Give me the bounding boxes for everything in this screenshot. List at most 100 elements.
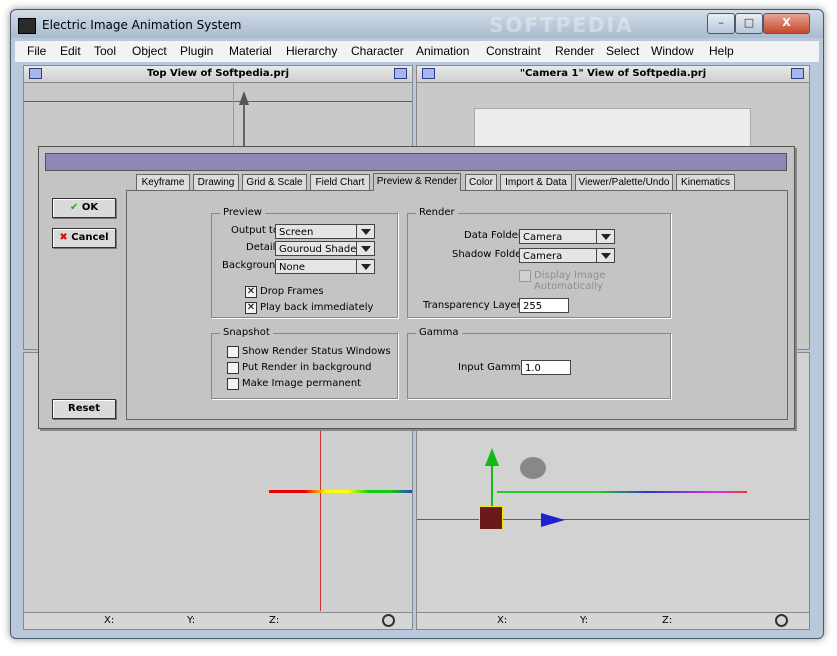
display-auto-label: Display Image Automatically (534, 270, 606, 292)
data-folder-label: Data Folder: (464, 230, 526, 241)
magnify-icon[interactable] (382, 614, 395, 627)
window-title: Electric Image Animation System (42, 18, 242, 32)
y-coord-label: Y: (187, 615, 196, 626)
preferences-dialog: ✔ OK ✖ Cancel Reset Keyframe Drawing Gri… (38, 146, 795, 429)
play-back-checkbox[interactable]: ✕ (245, 302, 257, 314)
tab-kinematics[interactable]: Kinematics (676, 174, 735, 190)
tab-field-chart[interactable]: Field Chart (310, 174, 370, 190)
input-gamma-input[interactable]: 1.0 (521, 360, 571, 375)
preview-group: Preview Output to: Screen Detail: Gourou… (211, 207, 398, 318)
close-button[interactable]: X (763, 13, 810, 34)
dialog-title-bar[interactable] (45, 153, 787, 171)
ok-check-icon: ✔ (69, 202, 79, 213)
viewport-menu-icon[interactable] (394, 68, 407, 79)
show-status-label: Show Render Status Windows (242, 346, 391, 357)
transparency-input[interactable]: 255 (519, 298, 569, 313)
watermark: SOFTPEDIA (489, 13, 634, 37)
menu-character[interactable]: Character (351, 44, 404, 58)
object-selection[interactable] (479, 506, 503, 530)
minimize-button[interactable]: – (707, 13, 735, 34)
tab-color[interactable]: Color (465, 174, 497, 190)
render-group: Render Data Folder: Camera Shadow Folder… (407, 207, 671, 318)
grid-line (24, 101, 412, 102)
detail-select[interactable]: Gouroud Shaded (275, 241, 375, 256)
data-folder-select[interactable]: Camera (519, 229, 615, 244)
gamma-group-label: Gamma (416, 327, 462, 338)
make-permanent-checkbox[interactable] (227, 378, 239, 390)
chevron-down-icon (356, 225, 374, 238)
output-select[interactable]: Screen (275, 224, 375, 239)
menu-edit[interactable]: Edit (60, 44, 81, 58)
menu-help[interactable]: Help (709, 44, 734, 58)
transparency-label: Transparency Layers: (423, 300, 530, 311)
show-status-checkbox[interactable] (227, 346, 239, 358)
shadow-folder-label: Shadow Folder: (452, 249, 529, 260)
title-bar: Electric Image Animation System SOFTPEDI… (11, 10, 823, 38)
snapshot-group-label: Snapshot (220, 327, 273, 338)
menu-window[interactable]: Window (651, 44, 694, 58)
drop-frames-checkbox[interactable]: ✕ (245, 286, 257, 298)
camera-icon (239, 91, 249, 105)
input-gamma-label: Input Gamma: (458, 362, 530, 373)
cancel-button[interactable]: ✖ Cancel (52, 228, 116, 248)
axis-colored (497, 491, 747, 493)
y-arrow-icon (485, 448, 499, 466)
ok-button[interactable]: ✔ OK (52, 198, 116, 218)
detail-label: Detail: (246, 242, 279, 253)
y-coord-label: Y: (580, 615, 589, 626)
put-render-label: Put Render in background (242, 362, 372, 373)
background-label: Background (222, 260, 282, 271)
reset-button[interactable]: Reset (52, 399, 116, 419)
background-select[interactable]: None (275, 259, 375, 274)
viewport-menu-icon[interactable] (422, 68, 435, 79)
put-render-checkbox[interactable] (227, 362, 239, 374)
preview-group-label: Preview (220, 207, 265, 218)
make-permanent-label: Make Image permanent (242, 378, 362, 389)
top-view-title: Top View of Softpedia.prj (147, 68, 289, 79)
viewport-menu-icon[interactable] (29, 68, 42, 79)
drop-frames-label: Drop Frames (260, 286, 324, 297)
tab-import-data[interactable]: Import & Data (500, 174, 572, 190)
tab-preview-render[interactable]: Preview & Render (373, 173, 461, 191)
display-auto-checkbox[interactable] (519, 270, 531, 282)
menu-constraint[interactable]: Constraint (486, 44, 541, 58)
z-arrow-icon (541, 513, 565, 527)
render-group-label: Render (416, 207, 458, 218)
z-coord-label: Z: (269, 615, 280, 626)
menu-material[interactable]: Material (229, 44, 272, 58)
shadow-folder-select[interactable]: Camera (519, 248, 615, 263)
z-coord-label: Z: (662, 615, 673, 626)
tab-panel: Preview Output to: Screen Detail: Gourou… (126, 190, 788, 420)
magnify-icon[interactable] (775, 614, 788, 627)
tab-keyframe[interactable]: Keyframe (136, 174, 190, 190)
menu-plugin[interactable]: Plugin (180, 44, 213, 58)
menu-hierarchy[interactable]: Hierarchy (286, 44, 337, 58)
x-coord-label: X: (497, 615, 508, 626)
menu-file[interactable]: File (27, 44, 46, 58)
axis-colored (269, 490, 412, 493)
light-icon (520, 457, 546, 479)
menu-tool[interactable]: Tool (94, 44, 116, 58)
app-icon (18, 18, 36, 34)
camera-view-title: "Camera 1" View of Softpedia.prj (519, 68, 707, 79)
camera-view-titlebar: "Camera 1" View of Softpedia.prj (417, 66, 809, 83)
grid-line (417, 519, 809, 520)
play-back-label: Play back immediately (260, 302, 374, 313)
maximize-button[interactable]: □ (735, 13, 763, 34)
gamma-group: Gamma Input Gamma: 1.0 (407, 327, 671, 399)
viewport-menu-icon[interactable] (791, 68, 804, 79)
tab-drawing[interactable]: Drawing (193, 174, 239, 190)
chevron-down-icon (596, 230, 614, 243)
tab-grid-scale[interactable]: Grid & Scale (242, 174, 307, 190)
status-bar: X: Y: Z: (417, 612, 809, 629)
menu-object[interactable]: Object (132, 44, 167, 58)
menu-select[interactable]: Select (606, 44, 639, 58)
snapshot-group: Snapshot Show Render Status Windows Put … (211, 327, 398, 399)
top-view-titlebar: Top View of Softpedia.prj (24, 66, 412, 83)
menu-render[interactable]: Render (555, 44, 594, 58)
menu-bar: File Edit Tool Object Plugin Material Hi… (15, 41, 819, 62)
menu-animation[interactable]: Animation (416, 44, 469, 58)
status-bar: X: Y: Z: (24, 612, 412, 629)
tab-viewer-palette-undo[interactable]: Viewer/Palette/Undo (575, 174, 673, 190)
chevron-down-icon (596, 249, 614, 262)
